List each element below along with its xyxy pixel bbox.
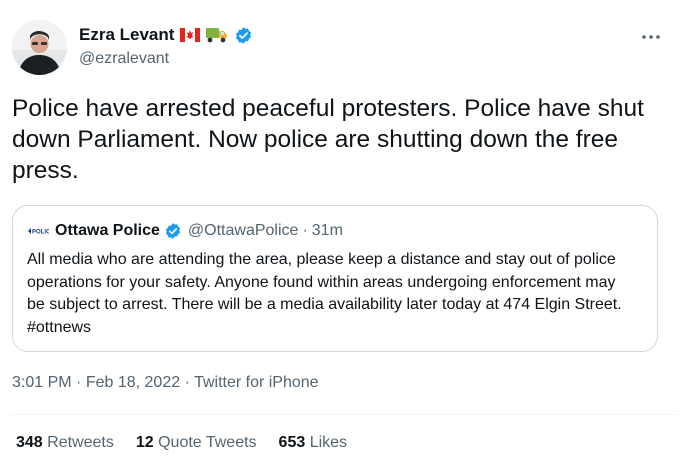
- meta-separator-2: ·: [184, 374, 190, 391]
- verified-badge-icon: [234, 26, 253, 45]
- ottawa-police-logo-icon: POLICE: [27, 220, 49, 242]
- quoted-verified-badge-icon: [164, 222, 182, 240]
- retweets-stat[interactable]: 348 Retweets: [16, 434, 114, 452]
- avatar[interactable]: [12, 20, 67, 75]
- tweet-date: Feb 18, 2022: [85, 374, 181, 391]
- more-options-button[interactable]: [636, 22, 666, 52]
- quote-tweets-count: 12: [135, 434, 154, 451]
- likes-label: Likes: [309, 434, 348, 451]
- quoted-author-handle: @OttawaPolice: [187, 222, 299, 239]
- tweet-stats: 348 Retweets 12 Quote Tweets 653 Likes: [16, 434, 369, 452]
- quoted-age: 31m: [311, 222, 343, 239]
- quote-tweets-stat[interactable]: 12 Quote Tweets: [136, 434, 257, 452]
- more-dots-icon: [642, 35, 660, 39]
- canada-flag-icon: [180, 28, 201, 42]
- quote-tweets-label: Quote Tweets: [158, 434, 257, 451]
- meta-separator-1: ·: [76, 374, 82, 391]
- quoted-separator: ·: [302, 222, 308, 239]
- author-name[interactable]: Ezra Levant: [79, 25, 174, 45]
- divider-top: [12, 414, 678, 415]
- quoted-tweet[interactable]: POLICE Ottawa Police @OttawaPolice · 31m…: [12, 205, 658, 352]
- likes-stat[interactable]: 653 Likes: [279, 434, 348, 452]
- author-name-row: Ezra Levant: [79, 25, 253, 45]
- tweet-meta: 3:01 PM · Feb 18, 2022 · Twitter for iPh…: [12, 374, 319, 392]
- retweets-count: 348: [16, 434, 43, 451]
- svg-text:POLICE: POLICE: [32, 230, 49, 236]
- quoted-tweet-text: All media who are attending the area, pl…: [27, 251, 622, 336]
- tweet-time: 3:01 PM: [12, 374, 72, 391]
- avatar-image: [12, 20, 67, 75]
- quoted-author-name: Ottawa Police: [55, 222, 160, 239]
- tweet-text: Police have arrested peaceful protesters…: [12, 95, 644, 184]
- tweet-source-link[interactable]: Twitter for iPhone: [194, 374, 319, 391]
- likes-count: 653: [278, 434, 306, 451]
- author-handle[interactable]: @ezralevant: [79, 50, 169, 68]
- retweets-label: Retweets: [47, 434, 114, 451]
- tweet-time-link[interactable]: 3:01 PM · Feb 18, 2022: [12, 374, 180, 391]
- truck-icon: [206, 27, 228, 43]
- quoted-tweet-header: POLICE Ottawa Police @OttawaPolice · 31m: [27, 220, 343, 242]
